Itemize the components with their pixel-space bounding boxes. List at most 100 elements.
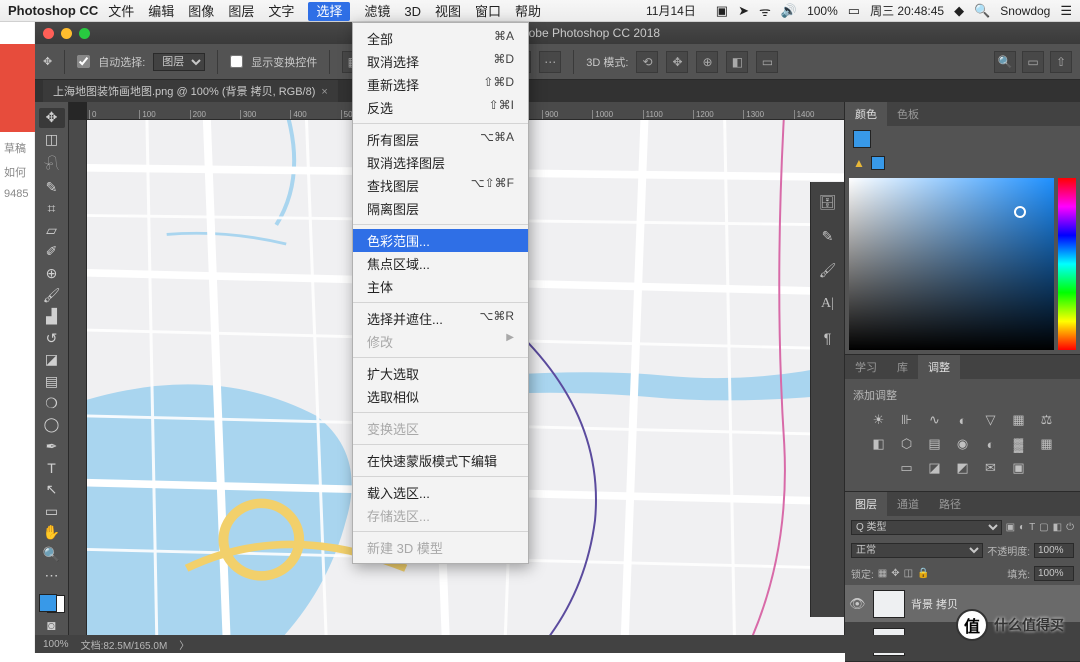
autoselect-select[interactable]: 图层 (153, 53, 205, 71)
photo-filter-icon[interactable]: ⬡ (897, 435, 917, 453)
dodge-tool[interactable]: ◯ (39, 415, 65, 435)
vibrance-icon[interactable]: ▽ (981, 411, 1001, 429)
posterize-icon[interactable]: ▓ (1009, 435, 1029, 453)
blend-select[interactable]: 正常 (851, 543, 983, 558)
selective-color-icon[interactable]: ◪ (925, 459, 945, 477)
close-tab-icon[interactable]: × (321, 86, 327, 98)
menu-item[interactable]: 扩大选取 (353, 362, 528, 385)
menu-item[interactable]: 取消选择⌘D (353, 50, 528, 73)
menu-item[interactable]: 重新选择⇧⌘D (353, 73, 528, 96)
bw-icon[interactable]: ◧ (869, 435, 889, 453)
lasso-tool[interactable]: 𓍯 (39, 151, 65, 175)
filter-icon[interactable]: T (1029, 522, 1035, 533)
color-field[interactable] (849, 178, 1054, 350)
menu-item[interactable]: 在快速蒙版模式下编辑 (353, 449, 528, 472)
filter-icon[interactable]: ▢ (1039, 522, 1048, 533)
tab-adjustments[interactable]: 调整 (918, 355, 960, 379)
color-lookup-icon[interactable]: ◉ (953, 435, 973, 453)
menu-item[interactable]: 选取相似 (353, 385, 528, 408)
brushes-icon[interactable]: 🖌 (816, 258, 840, 282)
shape-tool[interactable]: ▭ (39, 501, 65, 521)
transform-checkbox[interactable] (230, 55, 243, 68)
path-tool[interactable]: ↖ (39, 480, 65, 500)
minimize-button[interactable] (61, 28, 72, 39)
eyedropper-tool[interactable]: ✐ (39, 242, 65, 262)
menu-item[interactable]: 焦点区域... (353, 252, 528, 275)
crop-tool[interactable]: ⌗ (39, 199, 65, 219)
spotlight-icon[interactable]: 🔍 (974, 3, 990, 19)
workspace-icon[interactable]: ▭ (1022, 51, 1044, 73)
menu-窗口[interactable]: 窗口 (475, 4, 501, 19)
channel-mixer-icon[interactable]: ▤ (925, 435, 945, 453)
zoom-tool[interactable]: 🔍 (39, 545, 65, 565)
color-swatch[interactable] (39, 594, 65, 614)
colorbalance-icon[interactable]: ⚖ (1037, 411, 1057, 429)
edit-toolbar[interactable]: ⋯ (39, 566, 65, 586)
menu-编辑[interactable]: 编辑 (148, 4, 174, 19)
visibility-icon[interactable]: 👁 (849, 596, 867, 612)
3d-icon[interactable]: ▭ (756, 51, 778, 73)
menu-帮助[interactable]: 帮助 (515, 4, 541, 19)
healing-tool[interactable]: ⊕ (39, 264, 65, 284)
move-tool-icon[interactable]: ✥ (43, 55, 52, 68)
bg-swatch[interactable] (871, 156, 885, 170)
zoom-display[interactable]: 100% (43, 639, 69, 650)
pen-tool[interactable]: ✒ (39, 437, 65, 457)
adj-icon[interactable]: ✉ (981, 459, 1001, 477)
lock-pixels-icon[interactable]: ▦ (878, 568, 887, 579)
fg-swatch[interactable] (853, 130, 871, 148)
ruler-vertical[interactable] (69, 120, 87, 635)
paragraph-icon[interactable]: ¶ (816, 326, 840, 350)
location-icon[interactable]: ➤ (738, 3, 749, 19)
filter-icon[interactable]: ◐ (1019, 522, 1025, 533)
threshold-icon[interactable]: ▦ (1037, 435, 1057, 453)
filter-toggle[interactable]: ⏻ (1066, 522, 1074, 533)
lock-all-icon[interactable]: 🔒 (917, 568, 929, 579)
volume-icon[interactable]: 🔊 (781, 3, 797, 19)
lock-position-icon[interactable]: ✥ (891, 568, 899, 579)
3d-icon[interactable]: ◧ (726, 51, 748, 73)
stamp-tool[interactable]: ▟ (39, 307, 65, 327)
gradient-tool[interactable]: ▤ (39, 372, 65, 392)
menubar-user[interactable]: Snowdog (1000, 4, 1050, 18)
menu-item[interactable]: 取消选择图层 (353, 151, 528, 174)
zoom-button[interactable] (79, 28, 90, 39)
menu-3D[interactable]: 3D (404, 4, 421, 19)
levels-icon[interactable]: ⊪ (897, 411, 917, 429)
doc-size[interactable]: 文档:82.5M/165.0M (81, 637, 168, 652)
curves-icon[interactable]: ∿ (925, 411, 945, 429)
quickmask-tool[interactable]: ◙ (39, 615, 65, 635)
history-icon[interactable]: 🗄 (816, 190, 840, 214)
document-tab[interactable]: 上海地图装饰画地图.png @ 100% (背景 拷贝, RGB/8)× (43, 80, 338, 102)
character-icon[interactable]: A| (816, 292, 840, 316)
share-icon[interactable]: ⇧ (1050, 51, 1072, 73)
menu-item[interactable]: 选择并遮住...⌥⌘R (353, 307, 528, 330)
menu-图层[interactable]: 图层 (228, 4, 254, 19)
tab-color[interactable]: 颜色 (845, 102, 887, 126)
close-button[interactable] (43, 28, 54, 39)
brush-settings-icon[interactable]: ✎ (816, 224, 840, 248)
blur-tool[interactable]: ❍ (39, 393, 65, 413)
more-icon[interactable]: ⋯ (539, 51, 561, 73)
tab-learn[interactable]: 学习 (845, 355, 887, 379)
notifications-icon[interactable]: ☰ (1060, 3, 1072, 19)
quickselect-tool[interactable]: ✎ (39, 177, 65, 197)
hue-slider[interactable] (1058, 178, 1076, 350)
invert-icon[interactable]: ◐ (981, 435, 1001, 453)
tab-layers[interactable]: 图层 (845, 492, 887, 516)
menu-选择[interactable]: 选择 (308, 2, 350, 21)
menu-item[interactable]: 查找图层⌥⇧⌘F (353, 174, 528, 197)
menu-item[interactable]: 载入选区... (353, 481, 528, 504)
autoselect-checkbox[interactable] (77, 55, 90, 68)
3d-orbit-icon[interactable]: ⟲ (636, 51, 658, 73)
menu-item[interactable]: 所有图层⌥⌘A (353, 128, 528, 151)
marquee-tool[interactable]: ◫ (39, 130, 65, 150)
tab-libraries[interactable]: 库 (887, 355, 918, 379)
menu-文件[interactable]: 文件 (108, 4, 134, 19)
filter-icon[interactable]: ◧ (1053, 522, 1062, 533)
wifi-icon[interactable]: ᯤ (759, 2, 771, 20)
hand-tool[interactable]: ✋ (39, 523, 65, 543)
menu-滤镜[interactable]: 滤镜 (364, 4, 390, 19)
menu-item[interactable]: 色彩范围... (353, 229, 528, 252)
exposure-icon[interactable]: ◐ (953, 411, 973, 429)
